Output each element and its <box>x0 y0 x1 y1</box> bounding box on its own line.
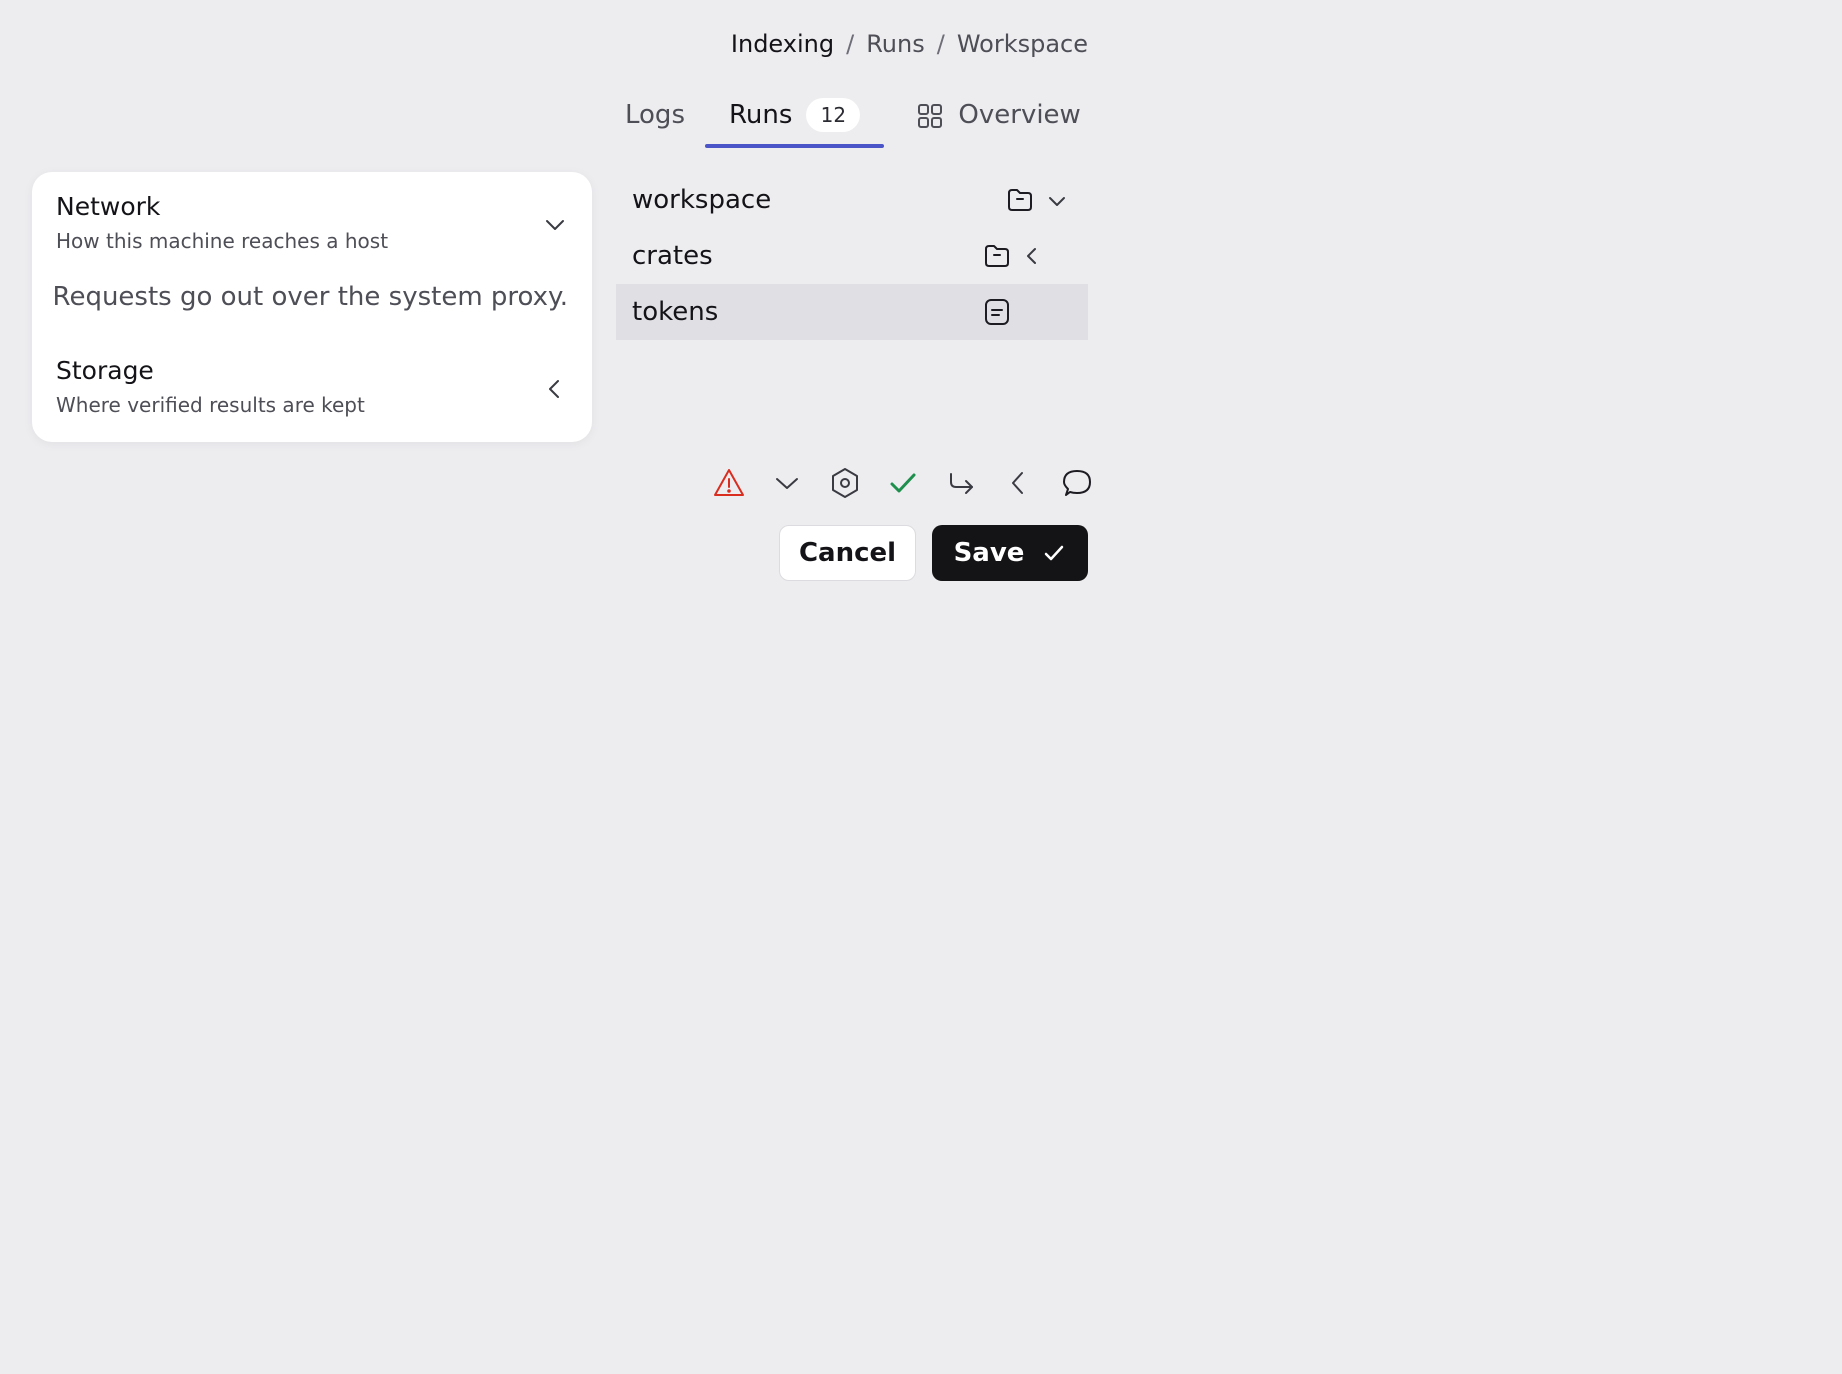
save-button-label: Save <box>953 538 1025 568</box>
icon-toolbar <box>700 464 1106 502</box>
check-icon <box>1045 545 1064 561</box>
storage-section[interactable]: Storage Where verified results are kept <box>56 356 568 417</box>
section-title: Storage <box>56 356 154 385</box>
tree-item-label: tokens <box>632 297 719 327</box>
tab-label: Overview <box>958 100 1081 130</box>
warning-button[interactable] <box>700 464 758 502</box>
network-detail-text: Requests go out over the system proxy. <box>52 282 568 312</box>
tree-item-workspace[interactable]: workspace <box>616 172 1088 228</box>
comment-button[interactable] <box>1048 464 1106 502</box>
tab-logs[interactable]: Logs <box>609 92 701 148</box>
chevron-down-icon <box>776 478 798 489</box>
folder-icon <box>1008 189 1032 211</box>
breadcrumb-item-runs[interactable]: Runs <box>866 30 925 58</box>
chevron-down-icon[interactable] <box>542 212 568 238</box>
chevron-left-icon[interactable] <box>1021 245 1043 267</box>
chevron-left-icon <box>1012 472 1023 494</box>
tree-item-tokens[interactable]: tokens <box>616 284 1088 340</box>
check-icon <box>890 473 916 493</box>
tree-item-crates[interactable]: crates <box>616 228 1088 284</box>
folder-icon <box>985 245 1009 267</box>
tab-runs[interactable]: Runs 12 <box>705 92 885 148</box>
breadcrumb-separator: / <box>936 30 945 58</box>
breadcrumb-item-workspace[interactable]: Workspace <box>957 30 1088 58</box>
section-subtitle: Where verified results are kept <box>56 393 365 417</box>
save-button[interactable]: Save <box>932 525 1088 581</box>
forward-button[interactable] <box>932 464 990 502</box>
breadcrumb: Indexing / Runs / Workspace <box>731 30 1088 58</box>
comment-icon <box>1063 470 1091 496</box>
back-button[interactable] <box>990 464 1048 502</box>
chevron-left-icon[interactable] <box>542 376 568 402</box>
expand-button[interactable] <box>758 464 816 502</box>
count-badge: 12 <box>806 98 861 132</box>
cancel-button-label: Cancel <box>798 538 897 568</box>
chevron-down-icon[interactable] <box>1046 190 1068 212</box>
tree-item-label: workspace <box>632 185 772 215</box>
tab-label: Runs <box>729 100 793 130</box>
settings-card: Network How this machine reaches a host … <box>32 172 592 442</box>
tab-label: Logs <box>625 100 685 130</box>
warning-icon <box>714 469 744 496</box>
cancel-button[interactable]: Cancel <box>779 525 916 581</box>
settings-button[interactable] <box>816 464 874 502</box>
settings-hex-icon <box>832 468 858 498</box>
approve-button[interactable] <box>874 464 932 502</box>
tab-overview[interactable]: Overview <box>916 92 1081 148</box>
app-page: Indexing / Runs / Workspace Logs Runs 12… <box>0 0 1842 1374</box>
file-icon <box>985 299 1009 325</box>
grid-icon <box>918 104 943 128</box>
forward-arrow-icon <box>950 473 973 494</box>
section-subtitle: How this machine reaches a host <box>56 229 389 253</box>
file-tree: workspace crates tokens <box>616 172 1088 340</box>
breadcrumb-separator: / <box>846 30 855 58</box>
tab-bar: Logs Runs 12 Overview <box>596 92 1081 148</box>
section-title: Network <box>56 192 161 221</box>
breadcrumb-item-indexing[interactable]: Indexing <box>731 30 834 58</box>
network-section[interactable]: Network How this machine reaches a host <box>56 192 568 253</box>
tree-item-label: crates <box>632 241 713 271</box>
